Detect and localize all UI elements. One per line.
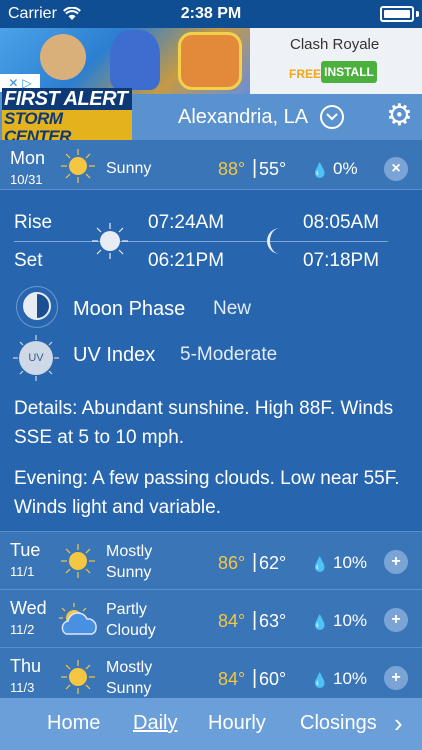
condition-line-2: Cloudy [106,622,156,639]
forecast-row[interactable]: Tue 11/1 Mostly Sunny 86° | 62° 💧 10% + [0,531,422,589]
moonrise-time: 08:05AM [303,212,380,233]
sun-horizon-icon [92,223,128,259]
condition-label: Mostly Sunny [106,541,152,583]
sun-icon [61,544,95,578]
ad-title: Clash Royale [290,36,380,53]
first-alert-logo: FIRST ALERT STORM CENTER [2,88,132,146]
high-temp: 86° [218,553,246,573]
temp-separator: | [252,609,258,631]
condition-label: Mostly Sunny [106,657,152,699]
sunset-time: 06:21PM [148,250,225,271]
moon-phase-label: Moon Phase [73,298,186,320]
expand-button[interactable]: + [384,666,408,690]
set-label: Set [14,250,43,271]
day-date: 11/1 [10,564,35,579]
low-temp: 62° [259,553,287,573]
expand-button[interactable]: + [384,608,408,632]
condition-line-1: Mostly [106,543,153,560]
day-date: 11/2 [10,622,35,637]
bottom-tab-bar: Home Daily Hourly Closings › [0,698,422,750]
precip-chance: 10% [333,553,368,572]
app-header: FIRST ALERT STORM CENTER Alexandria, LA … [0,88,422,146]
raindrop-icon: 💧 [311,162,329,178]
chevron-down-icon[interactable] [320,105,344,129]
day-name: Mon [10,148,46,168]
day-date: 10/31 [10,172,43,187]
battery-cap [416,11,419,17]
evening-text: Evening: A few passing clouds. Low near … [14,468,400,518]
raindrop-icon: 💧 [311,614,329,630]
ad-character-1 [40,34,86,80]
sun-icon [61,660,95,694]
condition-line-1: Partly [106,601,147,618]
temp-separator: | [252,157,258,179]
temp-separator: | [252,667,258,689]
expand-button[interactable]: + [384,550,408,574]
horizon-line [14,241,388,242]
low-temp: 55° [259,159,287,179]
forecast-row-today[interactable]: Mon 10/31 Sunny 88° | 55° 💧 0% × [0,140,422,190]
low-temp: 60° [259,669,287,689]
rise-label: Rise [14,212,53,233]
sun-icon [61,149,95,183]
gear-icon[interactable]: ⚙ [386,101,413,131]
moonset-time: 07:18PM [303,250,380,271]
day-name: Wed [10,598,47,618]
low-temp: 63° [259,611,287,631]
forecast-row[interactable]: Thu 11/3 Mostly Sunny 84° | 60° 💧 10% + [0,647,422,698]
tab-hourly[interactable]: Hourly [208,712,266,735]
status-time: 2:38 PM [180,5,242,22]
day-details-panel: Rise Set 07:24AM 06:21PM 08:05AM 07:18PM… [0,190,422,530]
raindrop-icon: 💧 [311,556,329,572]
condition-label: Partly Cloudy [106,599,156,641]
uv-icon: UV [19,341,53,375]
chevron-right-icon[interactable]: › [394,708,403,739]
forecast-row[interactable]: Wed 11/2 Partly Cloudy 84° | 63° 💧 10% + [0,589,422,647]
status-bar: Carrier 2:38 PM [0,0,422,28]
high-temp: 84° [218,611,246,631]
high-temp: 84° [218,669,246,689]
precip-chance: 10% [333,611,368,630]
location-name[interactable]: Alexandria, LA [178,106,308,129]
collapse-button[interactable]: × [384,157,408,181]
ad-app-icon [178,32,242,90]
raindrop-icon: 💧 [311,672,329,688]
tab-daily[interactable]: Daily [133,712,177,735]
condition-line-1: Mostly [106,659,153,676]
tab-home[interactable]: Home [47,712,100,735]
precip-chance: 10% [333,669,368,688]
condition-line-2: Sunny [106,680,152,697]
day-name: Thu [10,656,42,676]
condition-label: Sunny [106,160,152,177]
day-date: 11/3 [10,680,35,695]
uv-index-value: 5-Moderate [180,344,278,365]
day-name: Tue [10,540,41,560]
partly-cloudy-icon [59,603,97,635]
battery-icon [380,6,414,22]
ad-free-label: FREE [289,67,322,81]
ad-install-button[interactable]: INSTALL [321,61,377,83]
moon-phase-value: New [213,298,252,319]
ad-character-2 [110,30,160,90]
ad-banner[interactable]: ✕ ▷ Clash Royale FREE INSTALL [0,28,422,94]
details-text: Details: Abundant sunshine. High 88F. Wi… [14,398,394,448]
uv-index-label: UV Index [73,344,156,366]
precip-chance: 0% [333,159,358,178]
temp-separator: | [252,551,258,573]
high-temp: 88° [218,159,246,179]
tab-closings[interactable]: Closings [300,712,380,735]
sunrise-time: 07:24AM [148,212,225,233]
logo-line-1: FIRST ALERT [2,88,132,110]
condition-line-2: Sunny [106,564,152,581]
crescent-moon-icon [267,228,280,254]
moon-phase-icon [23,292,51,320]
